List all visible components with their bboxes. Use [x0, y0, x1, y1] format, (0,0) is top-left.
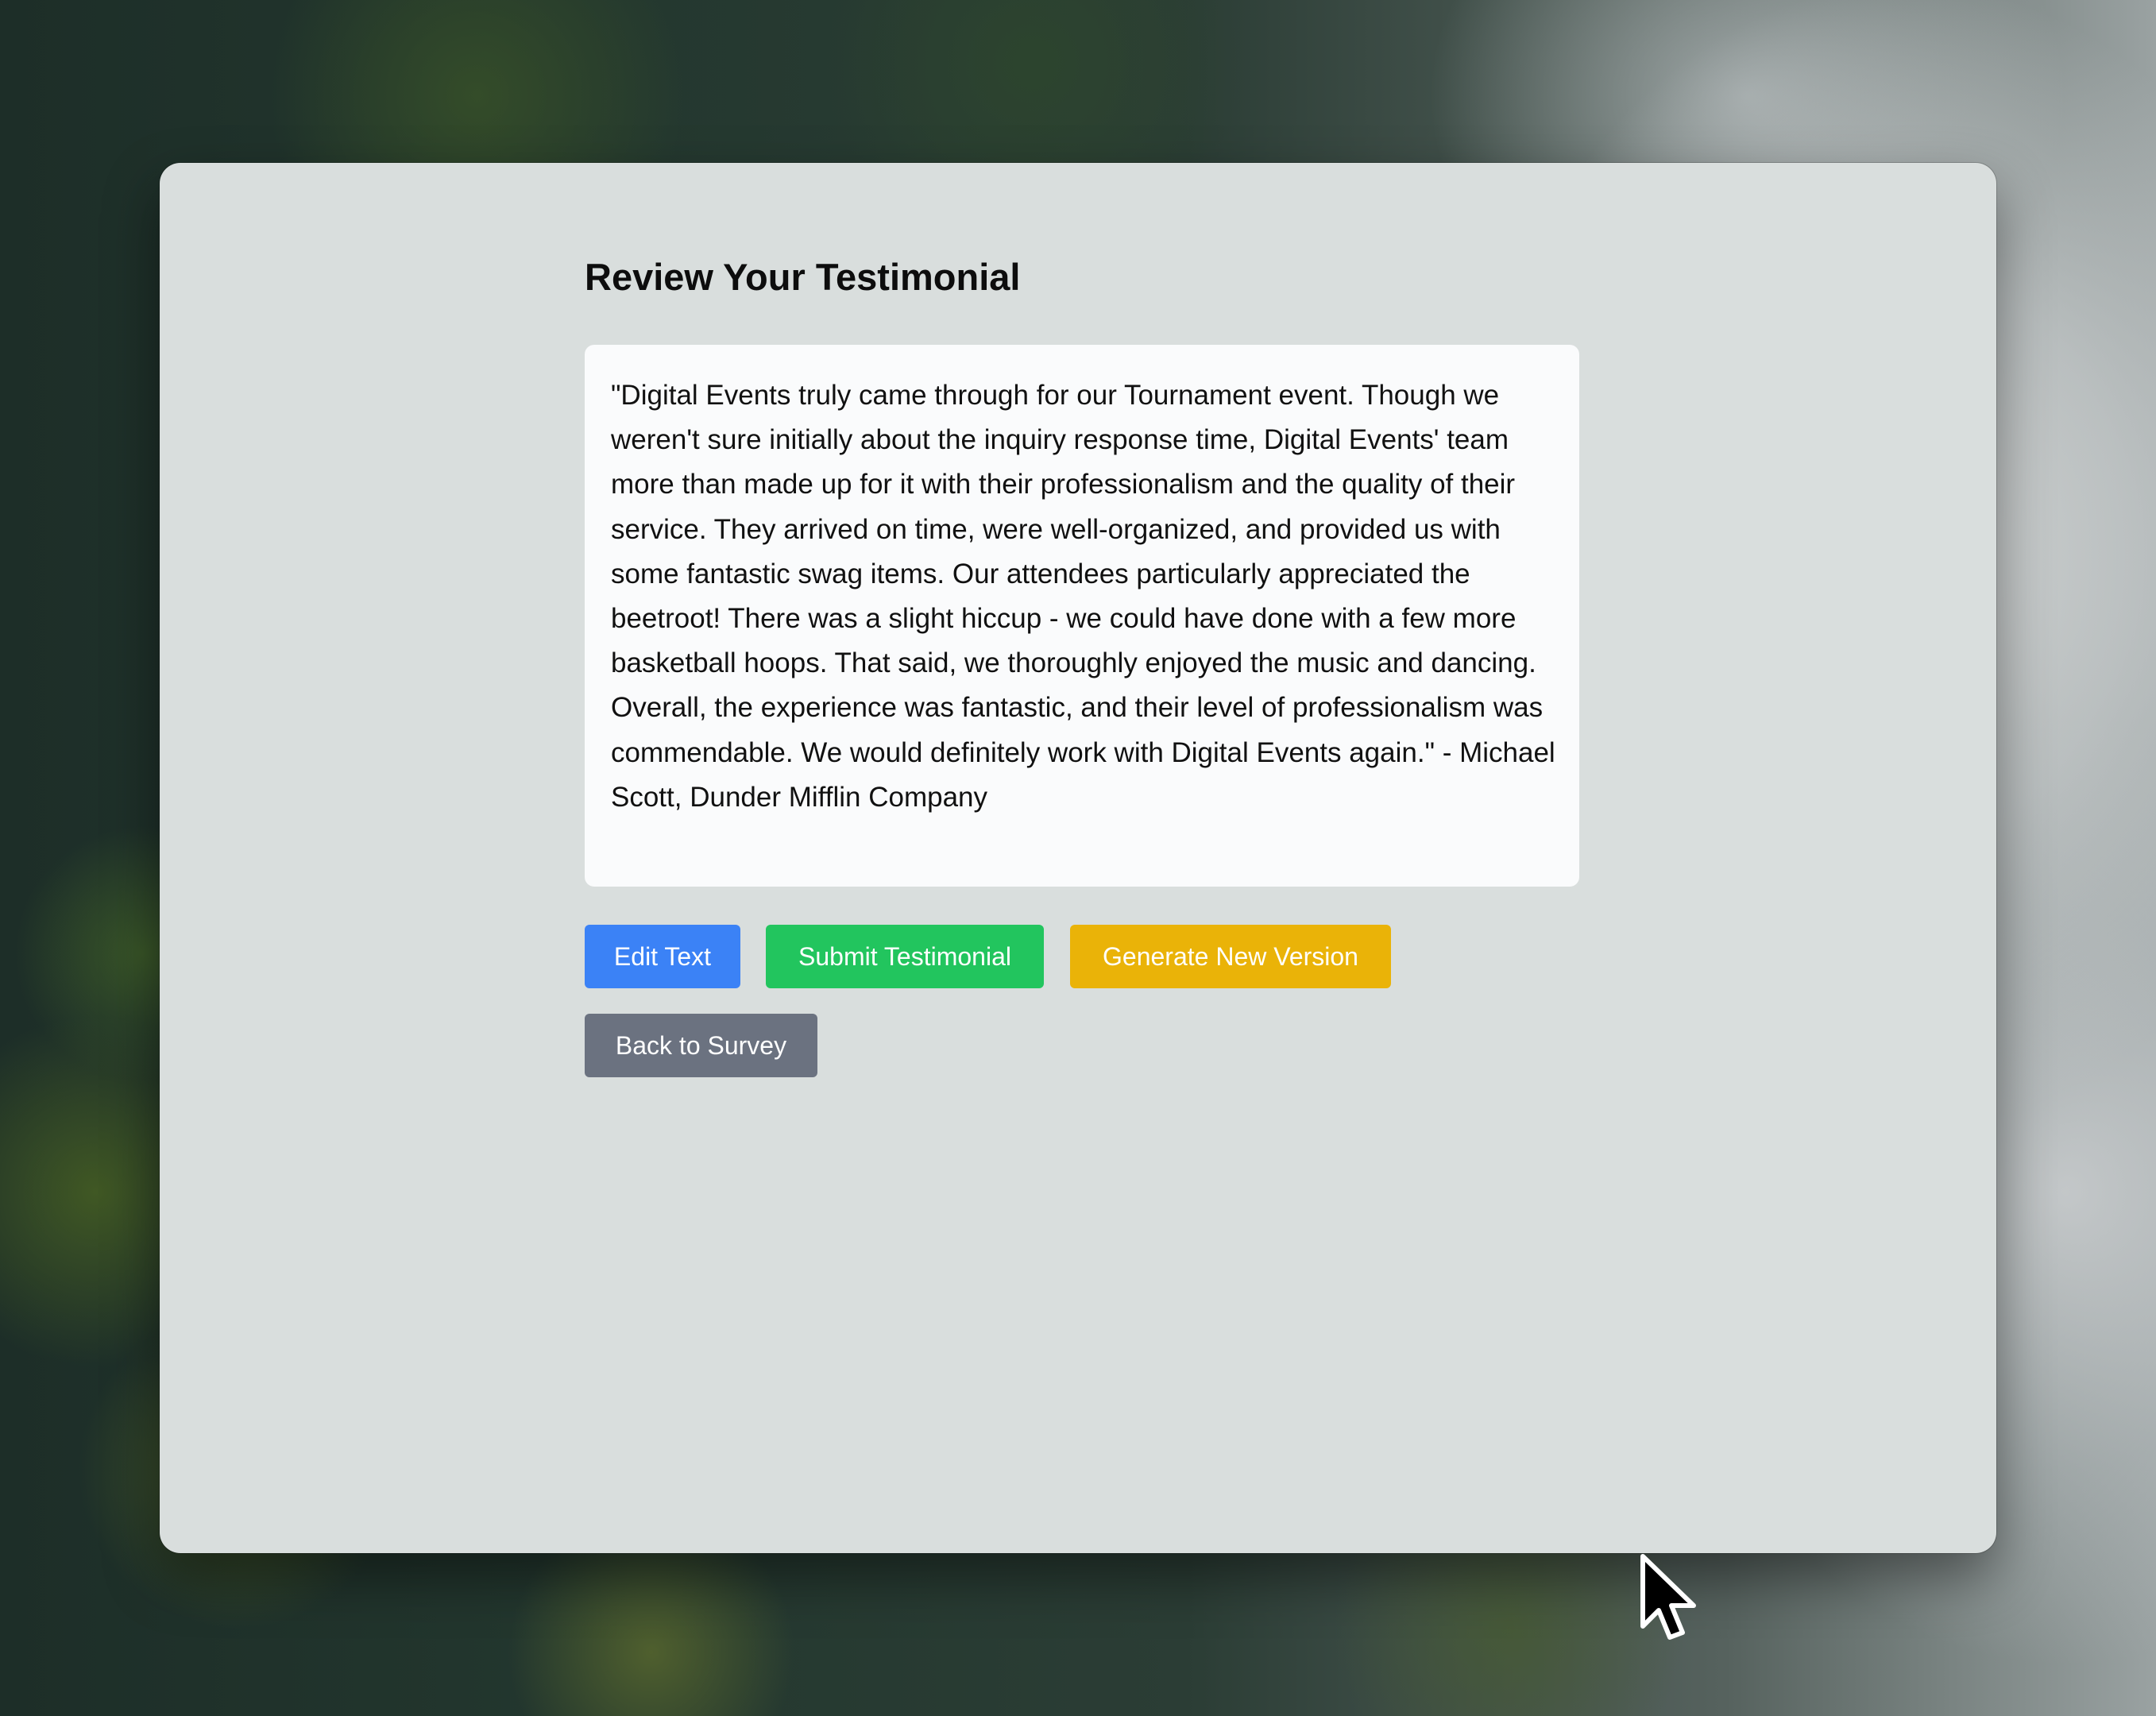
app-window: Review Your Testimonial "Digital Events …	[160, 163, 1996, 1553]
mouse-pointer-icon	[1640, 1554, 1696, 1640]
submit-testimonial-button[interactable]: Submit Testimonial	[766, 925, 1044, 988]
testimonial-text: "Digital Events truly came through for o…	[585, 345, 1579, 887]
page-title: Review Your Testimonial	[585, 256, 1021, 298]
edit-text-button[interactable]: Edit Text	[585, 925, 740, 988]
back-to-survey-button[interactable]: Back to Survey	[585, 1014, 817, 1077]
generate-new-version-button[interactable]: Generate New Version	[1070, 925, 1391, 988]
